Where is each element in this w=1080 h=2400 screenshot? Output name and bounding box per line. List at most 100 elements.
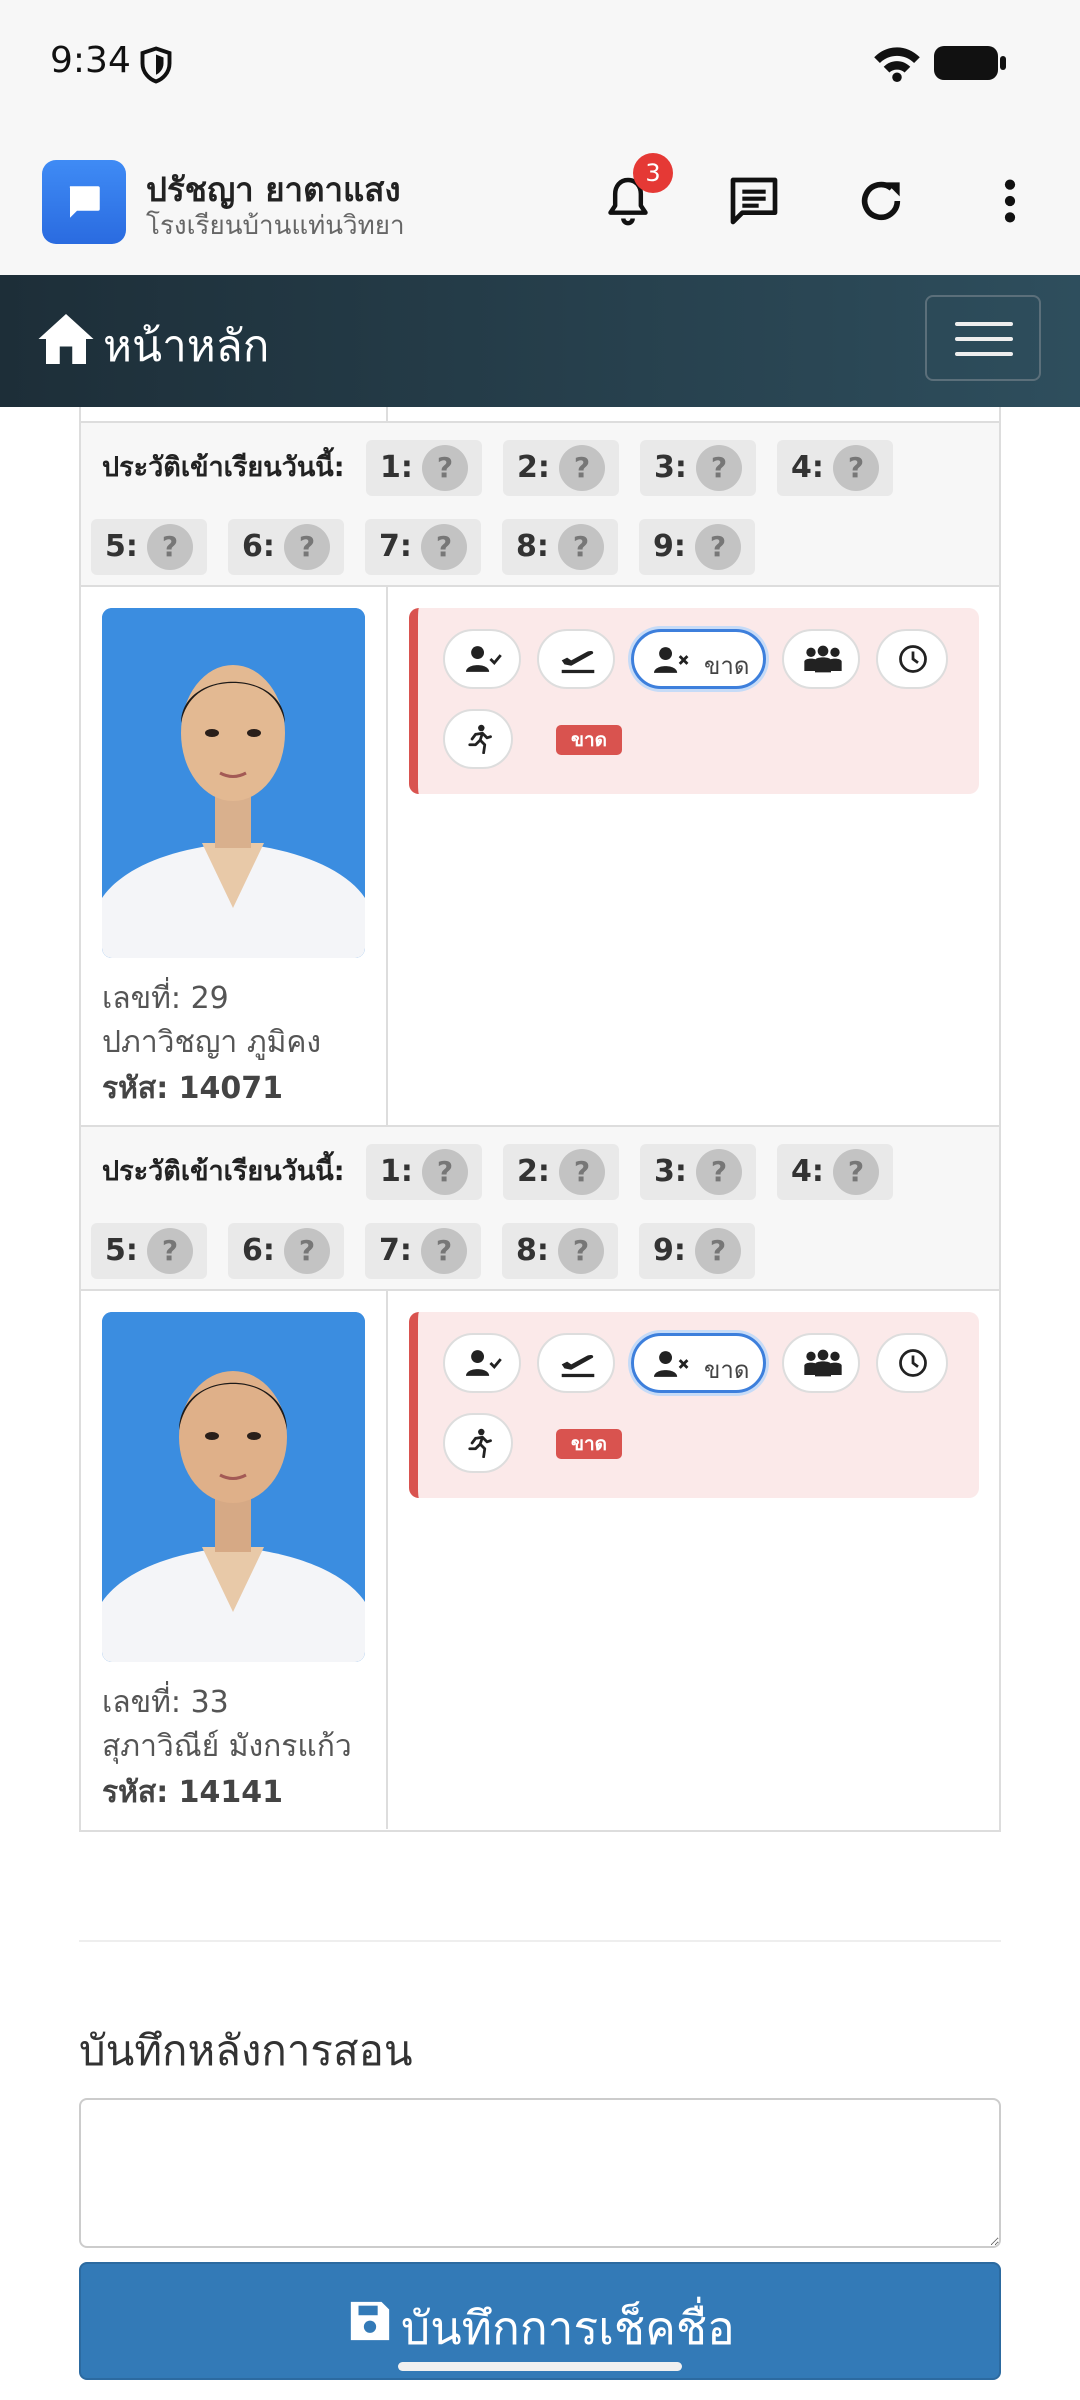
attendance-table: ประวัติเข้าเรียนวันนี้: 1:? 2:? 3:? 4:? … xyxy=(79,407,1001,1832)
period-pill: 1:? xyxy=(366,440,482,496)
leave-button[interactable] xyxy=(537,1333,615,1393)
period-number: 5: xyxy=(105,529,138,564)
period-pill: 5:? xyxy=(91,519,207,575)
period-number: 1: xyxy=(380,450,413,485)
period-number: 9: xyxy=(653,1233,686,1268)
period-pill: 2:? xyxy=(503,1144,619,1200)
people-group-icon xyxy=(804,645,842,673)
period-number: 1: xyxy=(380,1154,413,1189)
late-button[interactable] xyxy=(876,629,948,689)
history-label: ประวัติเข้าเรียนวันนี้: xyxy=(102,1156,345,1187)
student-photo xyxy=(102,1312,365,1662)
late-button[interactable] xyxy=(876,1333,948,1393)
unknown-status-icon: ? xyxy=(284,1228,330,1274)
menu-icon-bar xyxy=(955,337,1013,341)
unknown-status-icon: ? xyxy=(558,524,604,570)
activity-button[interactable] xyxy=(782,1333,860,1393)
period-pill: 6:? xyxy=(228,519,344,575)
battery-icon xyxy=(934,46,1006,80)
attendance-card: ขาด ขาด xyxy=(409,608,979,794)
more-vertical-icon[interactable] xyxy=(982,173,1038,229)
user-check-icon xyxy=(466,646,502,672)
period-pill: 3:? xyxy=(640,1144,756,1200)
home-icon[interactable] xyxy=(36,311,96,367)
unknown-status-icon: ? xyxy=(422,445,468,491)
unknown-status-icon: ? xyxy=(559,445,605,491)
period-pill: 4:? xyxy=(777,440,893,496)
student-name: สุภาวิณีย์ มังกรแก้ว xyxy=(102,1729,352,1764)
period-pill: 9:? xyxy=(639,1223,755,1279)
period-pill: 7:? xyxy=(365,519,481,575)
period-number: 5: xyxy=(105,1233,138,1268)
section-divider xyxy=(79,1940,1001,1942)
activity-button[interactable] xyxy=(782,629,860,689)
user-check-icon xyxy=(466,1350,502,1376)
period-pill: 1:? xyxy=(366,1144,482,1200)
unknown-status-icon: ? xyxy=(696,1149,742,1195)
period-pill: 8:? xyxy=(502,1223,618,1279)
plane-departure-icon xyxy=(561,651,595,674)
period-pill: 3:? xyxy=(640,440,756,496)
nav-title[interactable]: หน้าหลัก xyxy=(103,311,269,381)
period-number: 6: xyxy=(242,529,275,564)
unknown-status-icon: ? xyxy=(421,1228,467,1274)
column-divider xyxy=(386,587,388,1125)
plane-departure-icon xyxy=(561,1355,595,1378)
menu-icon-bar xyxy=(955,322,1013,326)
status-badge: ขาด xyxy=(556,725,622,755)
period-pill: 2:? xyxy=(503,440,619,496)
teaching-note-label: บันทึกหลังการสอน xyxy=(79,2026,413,2075)
history-label: ประวัติเข้าเรียนวันนี้: xyxy=(102,452,345,483)
unknown-status-icon: ? xyxy=(147,1228,193,1274)
people-group-icon xyxy=(804,1349,842,1377)
notification-badge: 3 xyxy=(633,153,673,193)
wifi-icon xyxy=(874,47,920,82)
period-number: 6: xyxy=(242,1233,275,1268)
clock-icon xyxy=(899,645,927,673)
period-number: 2: xyxy=(517,450,550,485)
period-number: 3: xyxy=(654,1154,687,1189)
escape-button[interactable] xyxy=(443,709,513,769)
present-button[interactable] xyxy=(443,1333,521,1393)
absent-button[interactable]: ขาด xyxy=(631,1333,766,1393)
period-number: 4: xyxy=(791,1154,824,1189)
chat-bubble-icon xyxy=(69,186,100,218)
unknown-status-icon: ? xyxy=(558,1228,604,1274)
escape-button[interactable] xyxy=(443,1413,513,1473)
teaching-note-input[interactable] xyxy=(79,2098,1001,2248)
period-number: 7: xyxy=(379,529,412,564)
unknown-status-icon: ? xyxy=(696,445,742,491)
unknown-status-icon: ? xyxy=(695,524,741,570)
student-name: ปภาวิชญา ภูมิคง xyxy=(102,1025,322,1060)
refresh-icon[interactable] xyxy=(853,173,909,229)
status-time: 9:34 xyxy=(50,40,131,81)
running-person-icon xyxy=(468,1428,492,1458)
period-pill: 9:? xyxy=(639,519,755,575)
column-divider xyxy=(386,1291,388,1829)
history-row: ประวัติเข้าเรียนวันนี้: 1:? 2:? 3:? 4:? … xyxy=(81,421,999,585)
period-pill: 4:? xyxy=(777,1144,893,1200)
column-divider xyxy=(386,407,388,421)
student-code: รหัส: 14071 xyxy=(102,1071,284,1106)
leave-button[interactable] xyxy=(537,629,615,689)
floppy-disk-icon xyxy=(350,2301,390,2341)
user-x-icon xyxy=(654,1351,689,1377)
menu-icon-bar xyxy=(955,352,1013,356)
hamburger-menu-button[interactable] xyxy=(925,295,1041,381)
period-number: 7: xyxy=(379,1233,412,1268)
unknown-status-icon: ? xyxy=(559,1149,605,1195)
period-number: 8: xyxy=(516,1233,549,1268)
navbar: หน้าหลัก xyxy=(0,275,1080,407)
period-number: 8: xyxy=(516,529,549,564)
unknown-status-icon: ? xyxy=(833,1149,879,1195)
student-portrait-image xyxy=(102,608,365,958)
student-code: รหัส: 14141 xyxy=(102,1775,284,1810)
present-button[interactable] xyxy=(443,629,521,689)
absent-button[interactable]: ขาด xyxy=(631,629,766,689)
message-icon[interactable] xyxy=(726,173,782,229)
period-number: 3: xyxy=(654,450,687,485)
clock-icon xyxy=(899,1349,927,1377)
student-number: เลขที่: 29 xyxy=(102,981,229,1016)
table-bottom-border xyxy=(79,1830,1001,1832)
unknown-status-icon: ? xyxy=(284,524,330,570)
